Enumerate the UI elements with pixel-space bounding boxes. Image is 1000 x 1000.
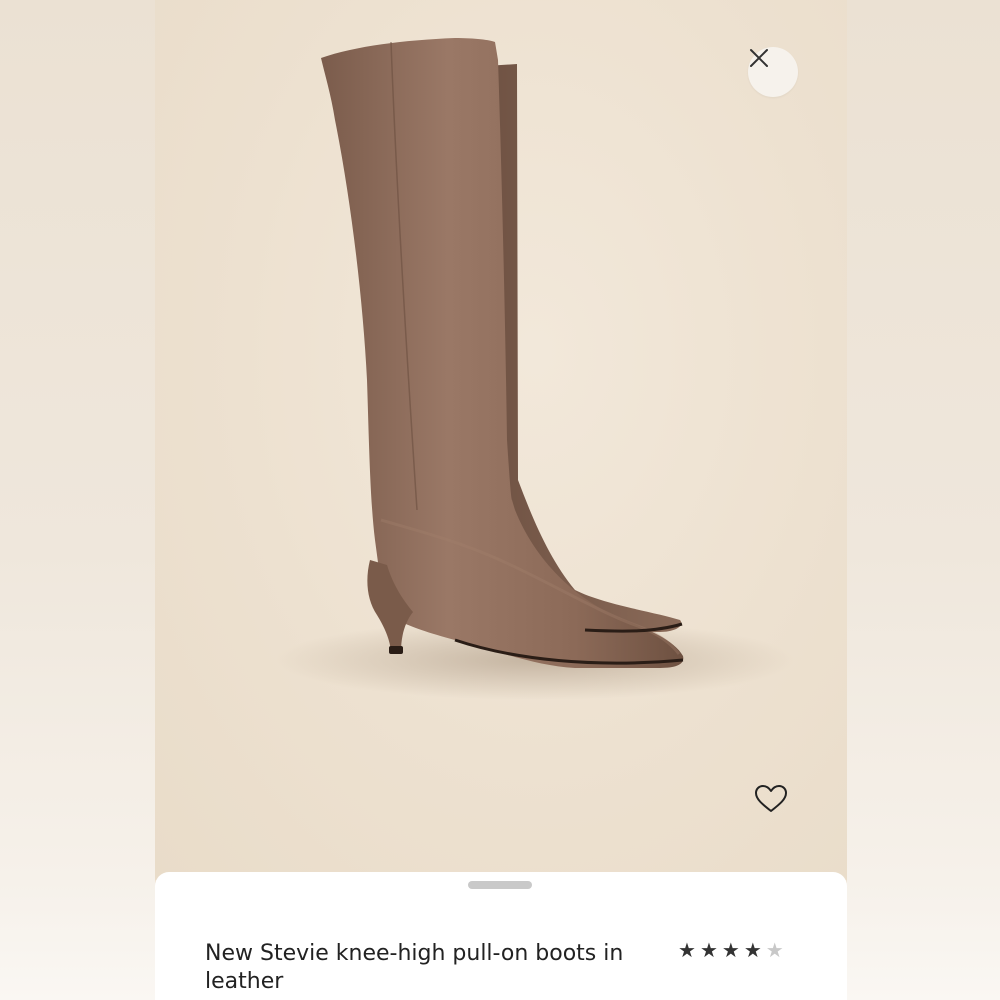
close-icon [750,49,768,67]
backdrop-right [847,0,1000,1000]
star-empty-icon: ★ [765,938,784,962]
heart-outline-icon [755,785,787,812]
product-quick-view: New Stevie knee-high pull-on boots in le… [155,0,847,1000]
product-image [155,0,847,880]
product-title: New Stevie knee-high pull-on boots in le… [205,941,624,994]
sheet-grabber[interactable] [468,881,532,889]
star-icon: ★ [699,938,718,962]
backdrop-left [0,0,155,1000]
star-icon: ★ [743,938,762,962]
product-info-sheet: New Stevie knee-high pull-on boots in le… [155,872,847,1000]
star-icon: ★ [678,938,696,962]
star-rating[interactable]: ★ ★ ★ ★ ★ [678,938,784,962]
star-icon: ★ [721,938,740,962]
close-button[interactable] [748,47,798,97]
favorite-button[interactable] [754,784,792,820]
boots-illustration [275,38,795,700]
